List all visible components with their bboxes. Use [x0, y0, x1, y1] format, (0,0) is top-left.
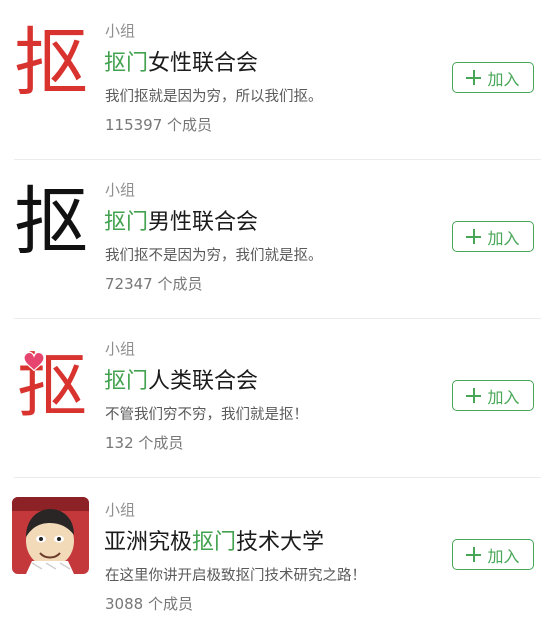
- member-count: 132 个成员: [105, 434, 184, 452]
- group-type-label: 小组: [105, 340, 136, 358]
- group-name-rest: 技术大学: [236, 530, 325, 555]
- group-description: 我们抠就是因为穷，所以我们抠。: [105, 89, 323, 105]
- group-name[interactable]: 抠门男性联合会: [104, 209, 258, 237]
- group-name-highlight: 抠门: [192, 530, 237, 555]
- join-button-label: 加入: [487, 546, 520, 566]
- group-name[interactable]: 抠门人类联合会: [104, 368, 258, 396]
- group-name-prefix: 亚洲究极: [104, 530, 193, 555]
- kou-character-red-icon: 抠: [10, 18, 92, 100]
- join-button-label: 加入: [487, 228, 520, 248]
- group-row[interactable]: 抠 小组 抠门人类联合会 不管我们穷不穷，我们就是抠！ 132 个成员 加入: [0, 318, 555, 478]
- group-name-highlight: 抠门: [104, 369, 149, 394]
- join-button[interactable]: 加入: [452, 62, 534, 93]
- group-type-label: 小组: [105, 501, 136, 519]
- group-list: 抠 小组 抠门女性联合会 我们抠就是因为穷，所以我们抠。 115397 个成员 …: [0, 0, 555, 629]
- group-name-highlight: 抠门: [104, 51, 149, 76]
- group-row[interactable]: 抠 小组 抠门男性联合会 我们抠不是因为穷，我们就是抠。 72347 个成员 加…: [0, 159, 555, 319]
- member-count: 115397 个成员: [105, 116, 213, 134]
- member-count: 72347 个成员: [105, 275, 203, 293]
- group-description: 我们抠不是因为穷，我们就是抠。: [105, 248, 323, 264]
- group-name-highlight: 抠门: [104, 210, 149, 235]
- join-button[interactable]: 加入: [452, 539, 534, 570]
- group-name[interactable]: 亚洲究极抠门技术大学: [104, 529, 324, 557]
- join-button[interactable]: 加入: [452, 221, 534, 252]
- group-row[interactable]: 抠 小组 抠门女性联合会 我们抠就是因为穷，所以我们抠。 115397 个成员 …: [0, 0, 555, 160]
- join-button-label: 加入: [487, 69, 520, 89]
- cartoon-meme-avatar-icon: [12, 497, 89, 574]
- plus-icon: [466, 547, 482, 562]
- join-button-label: 加入: [487, 387, 520, 407]
- group-description: 不管我们穷不穷，我们就是抠！: [105, 407, 308, 423]
- kou-character-black-icon: 抠: [10, 177, 92, 259]
- kou-character-heart-icon: 抠: [10, 336, 92, 418]
- group-name-rest: 男性联合会: [148, 210, 259, 235]
- plus-icon: [466, 229, 482, 244]
- join-button[interactable]: 加入: [452, 380, 534, 411]
- group-row[interactable]: 小组 亚洲究极抠门技术大学 在这里你讲开启极致抠门技术研究之路！ 3088 个成…: [0, 477, 555, 629]
- svg-text:抠: 抠: [14, 179, 88, 259]
- group-name-rest: 女性联合会: [148, 51, 259, 76]
- group-type-label: 小组: [105, 22, 136, 40]
- group-name[interactable]: 抠门女性联合会: [104, 50, 258, 78]
- plus-icon: [466, 388, 482, 403]
- group-type-label: 小组: [105, 181, 136, 199]
- group-name-rest: 人类联合会: [148, 369, 259, 394]
- plus-icon: [466, 70, 482, 85]
- member-count: 3088 个成员: [105, 595, 193, 613]
- group-description: 在这里你讲开启极致抠门技术研究之路！: [105, 568, 366, 584]
- svg-text:抠: 抠: [14, 20, 88, 100]
